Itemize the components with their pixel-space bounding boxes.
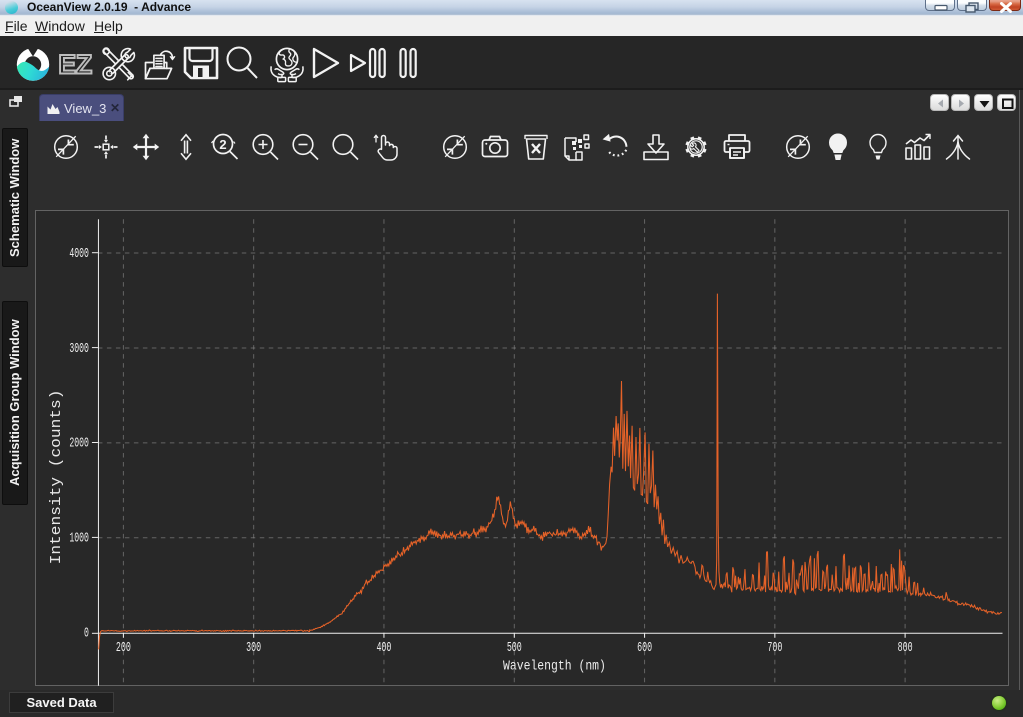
svg-text:800: 800 bbox=[898, 641, 913, 656]
svg-text:2: 2 bbox=[219, 137, 226, 152]
svg-text:400: 400 bbox=[376, 641, 391, 656]
svg-text:4000: 4000 bbox=[69, 247, 89, 262]
svg-text:1000: 1000 bbox=[69, 532, 89, 547]
svg-text:500: 500 bbox=[507, 641, 522, 656]
svg-text:3000: 3000 bbox=[69, 342, 89, 357]
svg-text:0: 0 bbox=[84, 627, 89, 642]
svg-text:Wavelength (nm): Wavelength (nm) bbox=[503, 659, 606, 674]
svg-text:2000: 2000 bbox=[69, 437, 89, 452]
svg-text:200: 200 bbox=[116, 641, 131, 656]
svg-text:300: 300 bbox=[246, 641, 261, 656]
svg-text:Intensity (counts): Intensity (counts) bbox=[49, 390, 65, 565]
svg-text:600: 600 bbox=[637, 641, 652, 656]
svg-text:700: 700 bbox=[767, 641, 782, 656]
svg-text:EZ: EZ bbox=[58, 50, 92, 79]
